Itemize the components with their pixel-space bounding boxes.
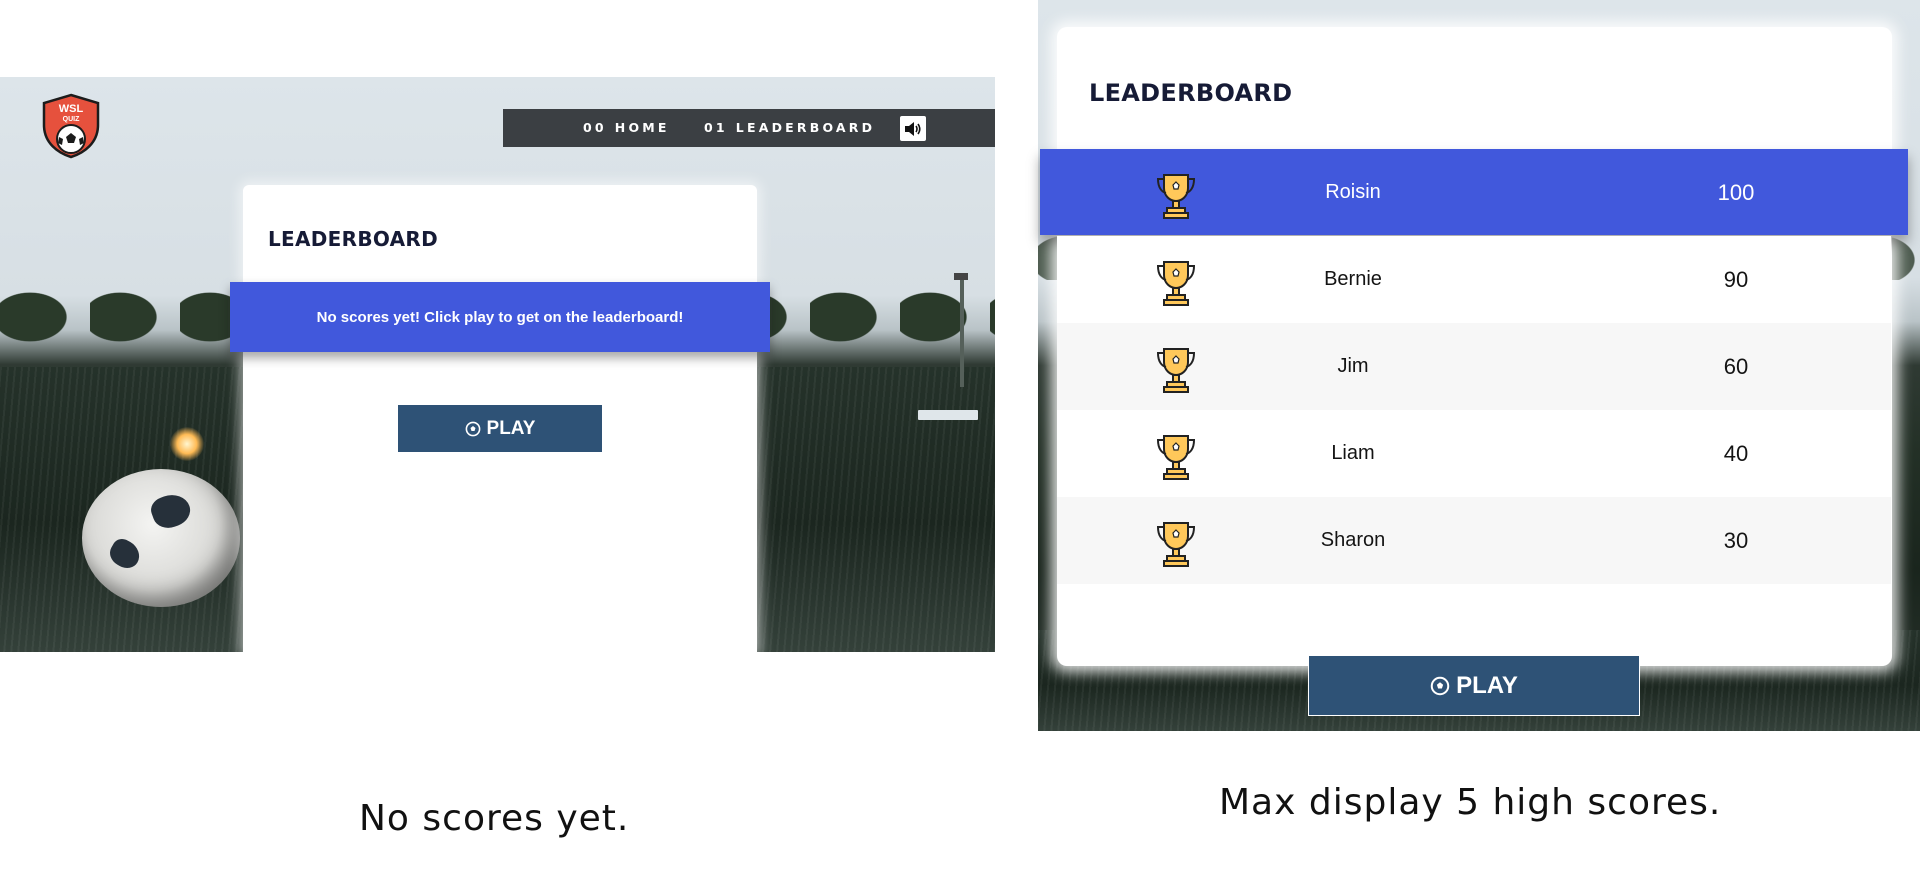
- trophy-icon: [1156, 174, 1196, 219]
- nav-leaderboard-link[interactable]: 01 LEADERBOARD: [704, 120, 875, 135]
- advertising-board: [918, 410, 978, 420]
- trophy-icon: [1156, 261, 1196, 306]
- player-name: Bernie: [1324, 268, 1382, 290]
- nav-home-number: 00: [583, 120, 607, 135]
- sunset-glow: [170, 427, 204, 461]
- play-button[interactable]: PLAY: [1308, 655, 1640, 716]
- play-button[interactable]: PLAY: [398, 405, 602, 452]
- nav-home-label: HOME: [614, 120, 670, 135]
- score-row-1: Roisin 100: [1040, 149, 1908, 235]
- player-name: Roisin: [1325, 181, 1381, 203]
- player-score: 90: [1723, 267, 1749, 292]
- score-row-3: Jim 60: [1057, 323, 1891, 410]
- score-row-5: Sharon 30: [1057, 497, 1891, 584]
- player-name: Sharon: [1320, 529, 1386, 551]
- trophy-icon: [1156, 435, 1196, 480]
- wsl-quiz-logo[interactable]: WSL QUIZ: [40, 93, 102, 159]
- no-scores-banner: No scores yet! Click play to get on the …: [230, 282, 770, 352]
- floodlight-pole: [954, 273, 968, 387]
- leaderboard-title: LEADERBOARD: [1089, 79, 1293, 107]
- nav-leaderboard-label: LEADERBOARD: [735, 120, 876, 135]
- top-navigation: 00 HOME 01 LEADERBOARD: [503, 109, 995, 147]
- sound-toggle-button[interactable]: [900, 116, 926, 141]
- speaker-volume-icon: [905, 121, 921, 136]
- player-score: 100: [1717, 180, 1755, 205]
- no-scores-message: No scores yet! Click play to get on the …: [316, 308, 684, 326]
- soccer-ball-icon: [465, 421, 480, 436]
- soccer-ball-icon: [1430, 676, 1450, 695]
- score-row-4: Liam 40: [1057, 410, 1891, 497]
- caption-no-scores: No scores yet.: [359, 798, 630, 839]
- nav-leaderboard-number: 01: [704, 120, 728, 135]
- score-row-2: Bernie 90: [1057, 236, 1891, 323]
- player-score: 30: [1723, 528, 1749, 553]
- player-score: 60: [1723, 354, 1749, 379]
- player-name: Liam: [1331, 442, 1375, 464]
- trophy-icon: [1156, 522, 1196, 567]
- trophy-icon: [1156, 348, 1196, 393]
- logo-text-quiz: QUIZ: [63, 116, 80, 123]
- nav-home-link[interactable]: 00 HOME: [583, 120, 670, 135]
- player-score: 40: [1723, 441, 1749, 466]
- play-button-label: PLAY: [1456, 671, 1518, 699]
- logo-text-wsl: WSL: [59, 103, 84, 115]
- leaderboard-title: LEADERBOARD: [268, 227, 439, 251]
- caption-max-scores: Max display 5 high scores.: [1219, 782, 1722, 823]
- play-button-label: PLAY: [486, 417, 536, 439]
- player-name: Jim: [1337, 355, 1369, 377]
- soccer-ball-photo: [82, 469, 240, 607]
